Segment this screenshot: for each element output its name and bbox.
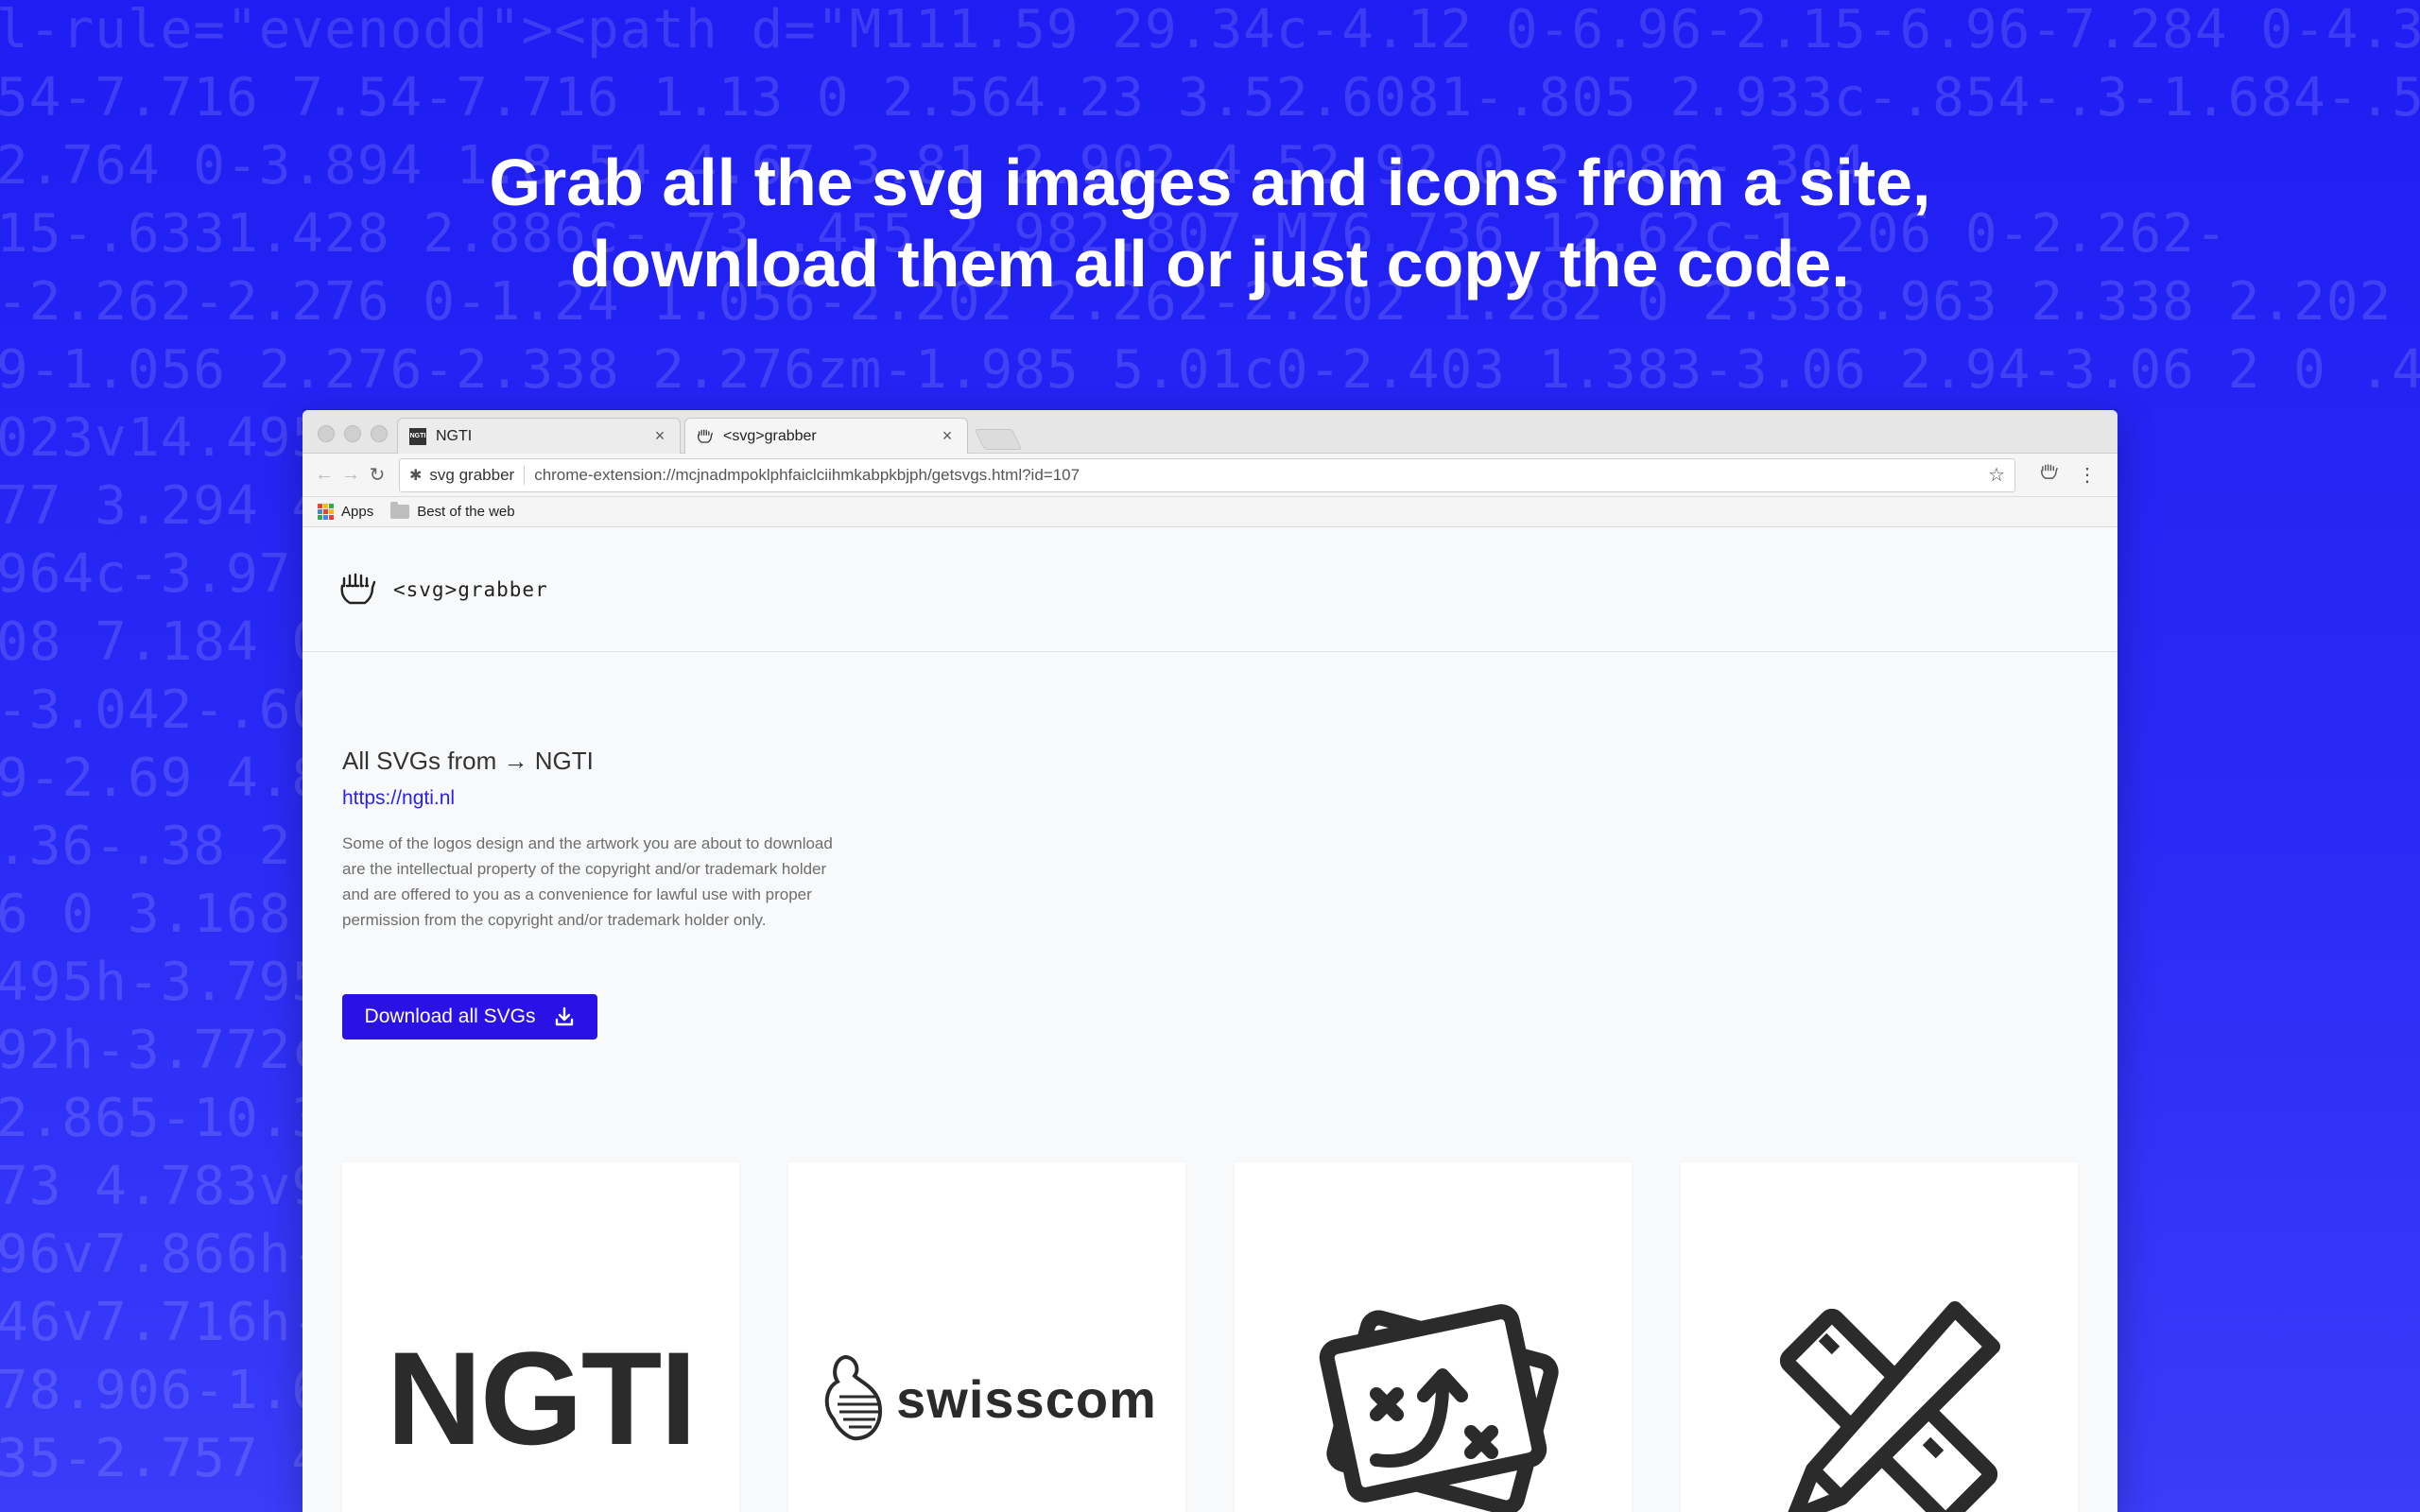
tab-label: <svg>grabber <box>723 427 817 444</box>
zoom-window-button[interactable] <box>371 425 388 442</box>
svg-grid: NGTI swisscom <box>342 1162 2078 1512</box>
swisscom-lifeform-icon <box>824 1354 883 1441</box>
svg-card-ngti[interactable]: NGTI <box>342 1162 739 1512</box>
code-line: 92h-3.772c <box>0 1020 325 1081</box>
bookmark-star-icon[interactable]: ☆ <box>1988 463 2005 487</box>
strategy-map-icon <box>1319 1304 1559 1512</box>
browser-window: NGTI NGTI × <svg>grabber × ← → ↻ ✱ svg g… <box>302 410 2118 1512</box>
headline: Grab all the svg images and icons from a… <box>0 142 2420 304</box>
folder-icon <box>390 502 410 519</box>
ruler-pencil-icon <box>1779 1301 2000 1512</box>
svg-grabber-extension-icon[interactable] <box>2040 464 2059 486</box>
close-icon[interactable]: × <box>939 426 956 446</box>
bookmark-label: Best of the web <box>417 504 515 520</box>
tab-strip: NGTI NGTI × <svg>grabber × <box>302 410 2118 454</box>
bookmark-label: Apps <box>341 504 374 520</box>
bookmark-best-of-web[interactable]: Best of the web <box>390 502 515 520</box>
extension-name: svg grabber <box>429 465 526 485</box>
intro-section: All SVGs from → NGTI https://ngti.nl Som… <box>342 747 853 933</box>
code-line: l-rule="evenodd"><path d="M111.59 29.34c… <box>0 0 2420 60</box>
forward-arrow-icon[interactable]: → <box>338 464 363 486</box>
code-line: 495h-3.795 <box>0 952 325 1013</box>
page-title: All SVGs from → NGTI <box>342 747 594 775</box>
app-header: <svg>grabber <box>302 527 2118 652</box>
close-window-button[interactable] <box>318 425 335 442</box>
code-line: 9-1.056 2.276-2.338 2.276zm-1.985 5.01c0… <box>0 339 2420 401</box>
ngti-logo: NGTI <box>386 1324 697 1472</box>
download-all-button[interactable]: Download all SVGs <box>342 994 597 1040</box>
swisscom-logo: swisscom <box>817 1353 1157 1444</box>
new-tab-button[interactable] <box>974 429 1023 450</box>
tab-label: NGTI <box>436 427 473 444</box>
extension-page: <svg>grabber All SVGs from → NGTI https:… <box>302 527 2118 1512</box>
close-icon[interactable]: × <box>651 426 668 446</box>
ngti-favicon: NGTI <box>409 427 426 445</box>
bookmark-apps[interactable]: Apps <box>318 504 373 520</box>
swisscom-wordmark: swisscom <box>896 1368 1157 1429</box>
tab-svg-grabber[interactable]: <svg>grabber × <box>684 418 968 454</box>
window-controls <box>318 425 388 442</box>
tab-ngti[interactable]: NGTI NGTI × <box>397 418 681 454</box>
brand-name: <svg>grabber <box>393 577 548 601</box>
svg-card-strategy[interactable] <box>1235 1162 1632 1512</box>
back-arrow-icon[interactable]: ← <box>312 464 337 486</box>
hand-icon <box>697 428 714 445</box>
download-icon <box>556 1006 574 1026</box>
disclaimer-text: Some of the logos design and the artwork… <box>342 834 833 929</box>
headline-line-2: download them all or just copy the code. <box>570 227 1850 301</box>
download-button-label: Download all SVGs <box>364 1005 536 1027</box>
svg-card-swisscom[interactable]: swisscom <box>788 1162 1185 1512</box>
site-link[interactable]: https://ngti.nl <box>342 787 853 810</box>
reload-icon[interactable]: ↻ <box>365 463 389 487</box>
toolbar-actions: ⋮ <box>2040 463 2097 487</box>
headline-line-1: Grab all the svg images and icons from a… <box>489 146 1931 219</box>
svg-card-ruler-pencil[interactable] <box>1681 1162 2078 1512</box>
bookmarks-bar: Apps Best of the web <box>302 497 2118 527</box>
apps-grid-icon <box>318 504 334 520</box>
menu-dots-icon[interactable]: ⋮ <box>2078 463 2097 487</box>
browser-toolbar: ← → ↻ ✱ svg grabber chrome-extension://m… <box>302 454 2118 497</box>
code-line: 54-7.716 7.54-7.716 1.13 0 2.564.23 3.52… <box>0 67 2420 129</box>
hand-grab-icon <box>340 573 376 604</box>
url-text[interactable]: chrome-extension://mcjnadmpoklphfaiclcii… <box>534 466 1988 485</box>
minimize-window-button[interactable] <box>344 425 361 442</box>
puzzle-icon: ✱ <box>409 467 423 484</box>
address-bar[interactable]: ✱ svg grabber chrome-extension://mcjnadm… <box>399 457 2015 492</box>
